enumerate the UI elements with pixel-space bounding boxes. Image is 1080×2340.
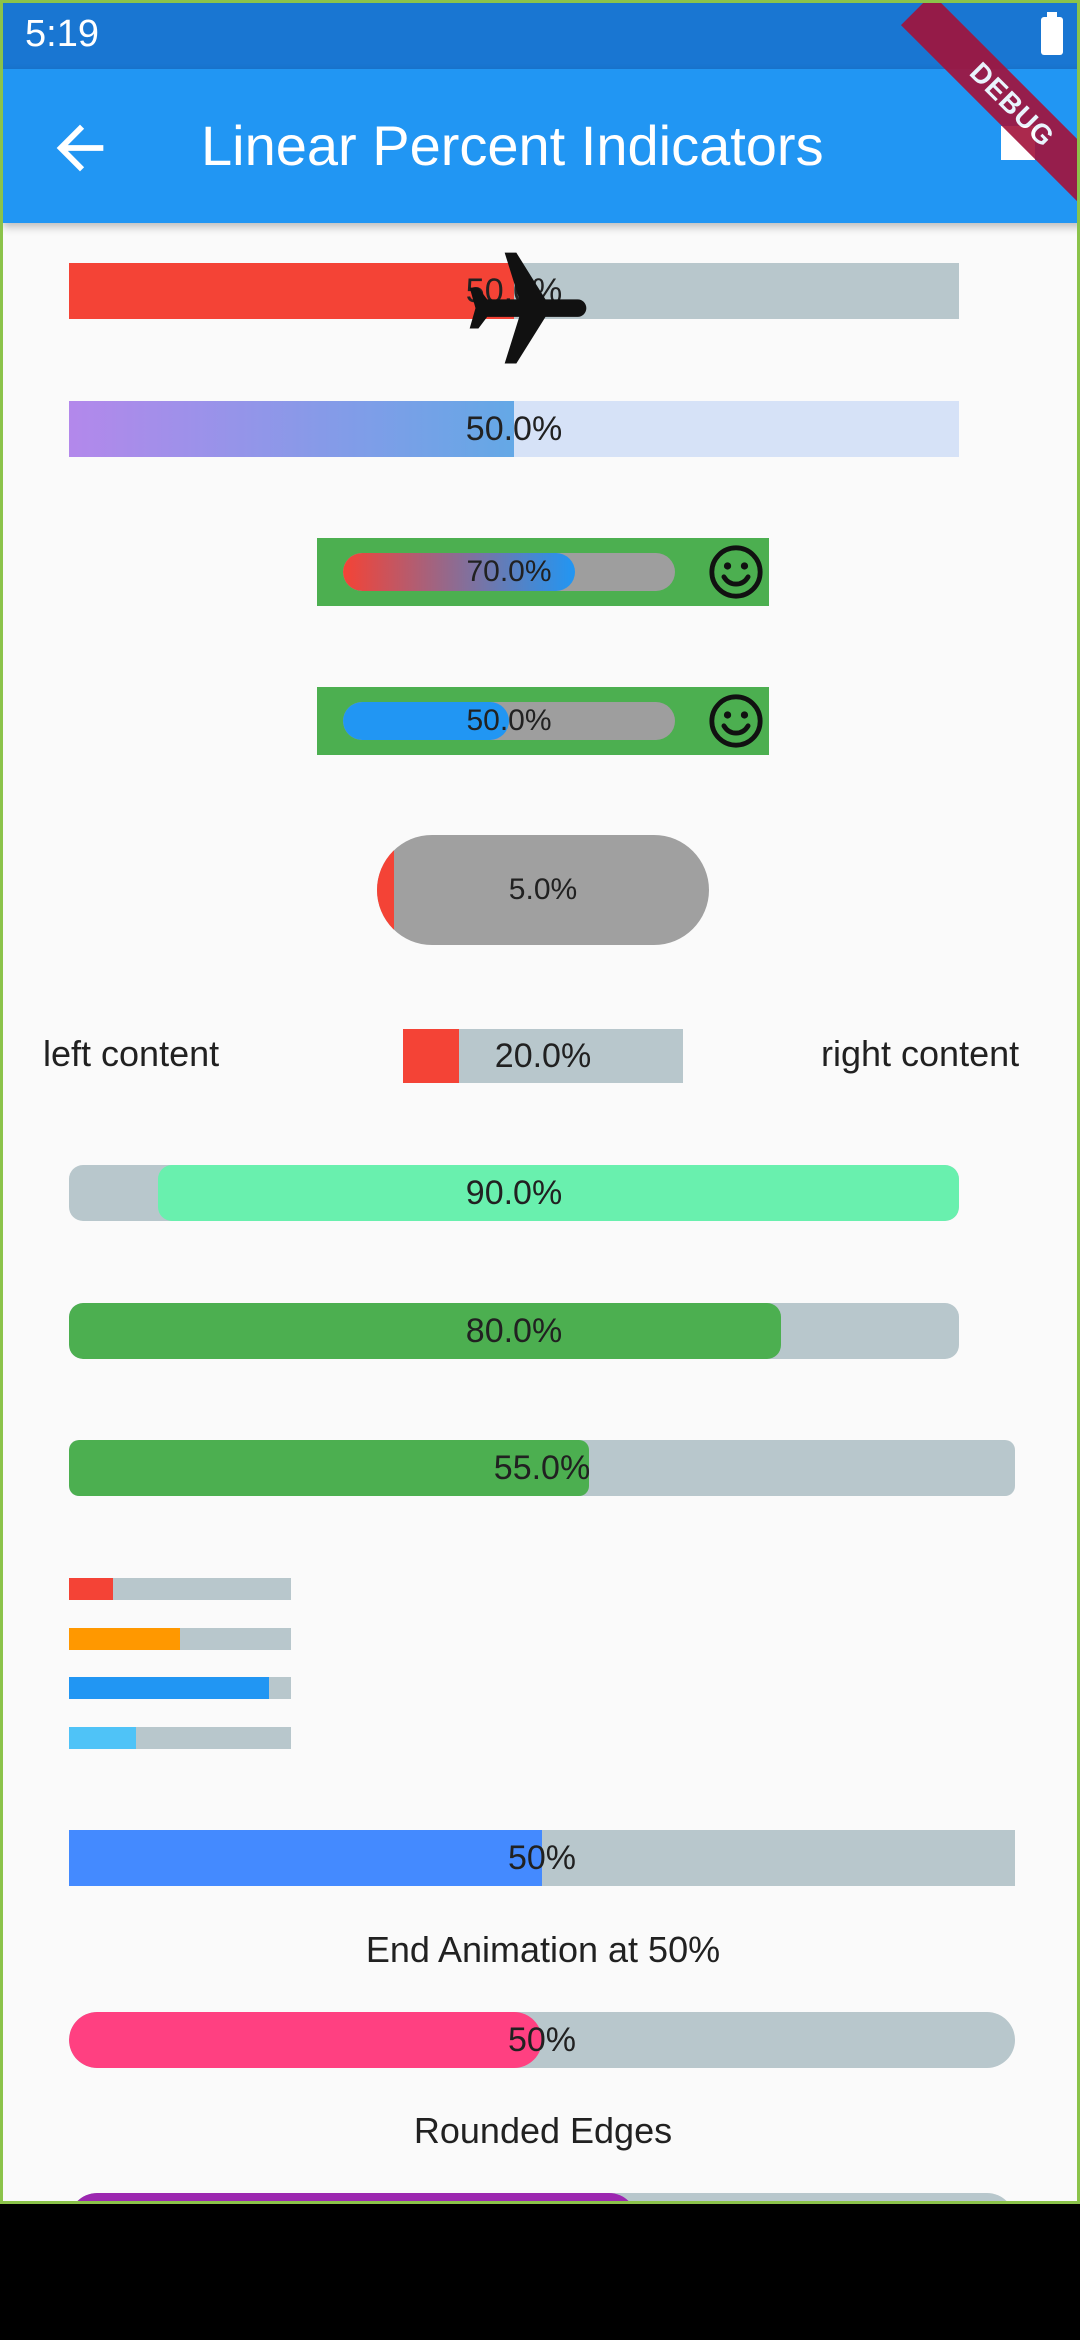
mini-indicator-2 (69, 1628, 291, 1650)
linear-indicator-3: 70.0% (343, 553, 675, 591)
indicator-12-fill (69, 2193, 637, 2201)
left-content-text: left content (43, 1033, 220, 1074)
page-title: Linear Percent Indicators (201, 114, 824, 177)
smile-icon (709, 694, 763, 748)
linear-indicator-8: 80.0% (69, 1303, 959, 1359)
mini-indicator-3 (69, 1677, 291, 1699)
smile-icon (709, 545, 763, 599)
right-content-text: right content (821, 1033, 1020, 1074)
linear-indicator-7: 90.0% (69, 1165, 959, 1221)
linear-indicator-9: 55.0% (69, 1440, 1015, 1496)
mini-indicator-3-fill (69, 1677, 269, 1699)
indicator-8-label: 80.0% (465, 1311, 563, 1350)
status-time: 5:19 (25, 13, 99, 55)
mini-indicator-4-fill (69, 1727, 136, 1749)
mini-indicator-4 (69, 1727, 291, 1749)
linear-indicator-11: 50% (69, 2012, 1015, 2068)
linear-indicator-10: 50% (69, 1830, 1015, 1886)
end-animation-caption: End Animation at 50% (365, 1929, 721, 1970)
back-arrow-icon[interactable] (45, 113, 115, 183)
indicator-4-label: 50.0% (466, 704, 552, 737)
mini-indicator-2-fill (69, 1628, 180, 1650)
linear-indicator-2: 50.0% (69, 401, 959, 457)
mini-indicator-1-fill (69, 1578, 114, 1600)
indicator-3-label: 70.0% (466, 555, 552, 588)
indicator-7-label: 90.0% (465, 1173, 563, 1212)
airplane-icon (469, 252, 587, 364)
app-bar: Linear Percent Indicators DEBUG (3, 3, 1077, 223)
battery-icon (1041, 12, 1063, 55)
rounded-edges-caption: Rounded Edges (413, 2110, 673, 2151)
indicator-10-label: 50% (507, 1838, 577, 1877)
linear-indicator-12 (69, 2193, 1015, 2201)
indicator-2-label: 50.0% (465, 409, 563, 448)
linear-indicator-4: 50.0% (343, 702, 675, 740)
app-screen: 5:19 Linear Percent Indicators DEBUG 50.… (0, 0, 1080, 2204)
linear-indicator-6: 20.0% (403, 1029, 683, 1083)
linear-indicator-5: 5.0% (377, 835, 709, 945)
indicator-6-label: 20.0% (494, 1036, 592, 1075)
mini-indicator-1 (69, 1578, 291, 1600)
indicator-9-label: 55.0% (493, 1448, 591, 1487)
indicator-5-label: 5.0% (508, 873, 578, 906)
indicator-11-label: 50% (507, 2020, 577, 2059)
